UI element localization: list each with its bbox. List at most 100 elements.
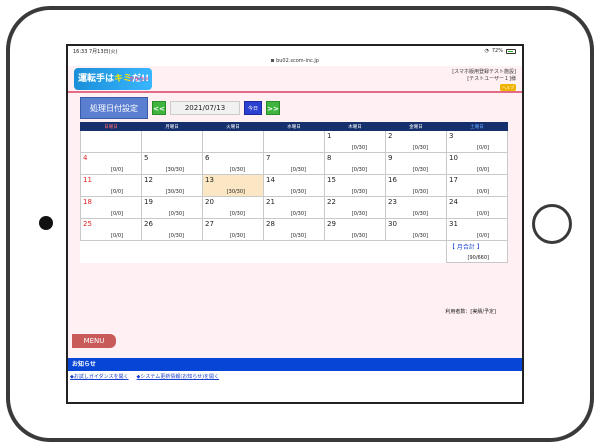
day-number: 26 — [144, 220, 153, 228]
logo-sub: クラウド — [128, 77, 149, 83]
guidance-link[interactable]: ◆お試しガイダンスを開く — [70, 373, 129, 380]
calendar-day-cell[interactable]: 17 [0/0] — [446, 174, 508, 197]
calendar-day-cell[interactable]: 8 [0/30] — [324, 152, 386, 175]
day-count: [0/0] — [477, 189, 489, 195]
day-number: 1 — [327, 132, 332, 140]
day-number: 25 — [83, 220, 92, 228]
day-number: 23 — [388, 198, 397, 206]
help-button[interactable]: ヘルプ — [500, 84, 516, 91]
update-info-link[interactable]: ◆システム更新情報(お知らせ)を開く — [137, 373, 220, 380]
calendar-day-cell[interactable]: 18 [0/0] — [80, 196, 142, 219]
weekday-tue: 火曜日 — [202, 122, 264, 131]
wifi-icon: ◔ — [484, 48, 489, 54]
calendar-day-cell[interactable]: 14 [0/30] — [263, 174, 325, 197]
calendar-day-cell[interactable]: 6 [0/30] — [202, 152, 264, 175]
day-count: [0/0] — [477, 167, 489, 173]
day-count: [0/30] — [351, 189, 367, 195]
legend-text: 利用者数：[実績/予定] — [445, 309, 496, 315]
summary-spacer — [203, 241, 264, 263]
calendar-day-cell[interactable]: 25 [0/0] — [80, 218, 142, 241]
calendar-day-cell[interactable]: 24 [0/0] — [446, 196, 508, 219]
date-setting-button[interactable]: 処理日付設定 — [80, 97, 148, 119]
summary-row: 【 月合計 】 [90/660] — [81, 240, 508, 263]
calendar-day-cell[interactable]: 21 [0/30] — [263, 196, 325, 219]
day-number: 8 — [327, 154, 332, 162]
day-count: [0/0] — [111, 233, 123, 239]
camera-icon — [39, 216, 53, 230]
calendar-empty-cell — [141, 130, 203, 153]
weekday-sat: 土曜日 — [446, 122, 508, 131]
calendar-day-cell[interactable]: 23 [0/30] — [385, 196, 447, 219]
calendar-day-cell[interactable]: 10 [0/0] — [446, 152, 508, 175]
day-count: [0/30] — [168, 233, 184, 239]
day-number: 18 — [83, 198, 92, 206]
day-count: [30/30] — [165, 189, 184, 195]
home-button[interactable] — [532, 204, 572, 244]
status-time: 16:33 7月13日(火) — [73, 49, 118, 55]
calendar-day-cell[interactable]: 12 [30/30] — [141, 174, 203, 197]
calendar-day-cell[interactable]: 30 [0/30] — [385, 218, 447, 241]
day-count: [0/30] — [412, 189, 428, 195]
day-number: 19 — [144, 198, 153, 206]
monthly-total-label: 【 月合計 】 — [449, 244, 483, 251]
calendar-day-cell[interactable]: 9 [0/30] — [385, 152, 447, 175]
calendar-day-cell[interactable]: 3 [0/0] — [446, 130, 508, 153]
calendar-week: 11 [0/0] 12 [30/30] 13 [30/30] 14 [0/30] 15 [0/30… — [80, 174, 508, 197]
day-count: [0/30] — [290, 211, 306, 217]
battery-level: 72% — [491, 48, 503, 54]
calendar-day-cell[interactable]: 11 [0/0] — [80, 174, 142, 197]
calendar-day-cell[interactable]: 19 [0/30] — [141, 196, 203, 219]
day-count: [0/30] — [229, 211, 245, 217]
calendar-day-cell[interactable]: 4 [0/0] — [80, 152, 142, 175]
calendar-empty-cell — [80, 130, 142, 153]
day-count: [0/0] — [111, 211, 123, 217]
calendar-day-cell[interactable]: 16 [0/30] — [385, 174, 447, 197]
day-count: [0/30] — [412, 167, 428, 173]
day-count: [0/30] — [290, 189, 306, 195]
app-logo[interactable]: 運転手はキミだ!! クラウド — [74, 68, 152, 90]
summary-spacer — [142, 241, 203, 263]
calendar-day-cell[interactable]: 5 [30/30] — [141, 152, 203, 175]
calendar-day-cell[interactable]: 26 [0/30] — [141, 218, 203, 241]
summary-spacer — [264, 241, 325, 263]
day-number: 24 — [449, 198, 458, 206]
day-count: [0/30] — [351, 145, 367, 151]
address-bar[interactable]: bu02.scom-inc.jp — [68, 56, 522, 66]
calendar-empty-cell — [202, 130, 264, 153]
calendar-day-cell[interactable]: 22 [0/30] — [324, 196, 386, 219]
calendar-day-cell[interactable]: 20 [0/30] — [202, 196, 264, 219]
day-number: 3 — [449, 132, 454, 140]
day-number: 27 — [205, 220, 214, 228]
day-count: [0/30] — [229, 233, 245, 239]
calendar-day-cell[interactable]: 1 [0/30] — [324, 130, 386, 153]
day-number: 9 — [388, 154, 393, 162]
day-number: 2 — [388, 132, 393, 140]
calendar-day-cell[interactable]: 27 [0/30] — [202, 218, 264, 241]
calendar-day-cell[interactable]: 29 [0/30] — [324, 218, 386, 241]
day-count: [0/30] — [290, 167, 306, 173]
calendar-day-cell[interactable]: 31 [0/0] — [446, 218, 508, 241]
menu-button[interactable]: MENU — [72, 334, 116, 348]
logo-main: 運転手は — [78, 74, 115, 84]
calendar-day-cell[interactable]: 2 [0/30] — [385, 130, 447, 153]
calendar-week: 25 [0/0] 26 [0/30] 27 [0/30] 28 [0/30] 29 [0/30] 3… — [80, 218, 508, 241]
day-number: 30 — [388, 220, 397, 228]
calendar-day-cell[interactable]: 7 [0/30] — [263, 152, 325, 175]
calendar-day-cell[interactable]: 13 [30/30] — [202, 174, 264, 197]
next-month-button[interactable]: >> — [266, 101, 280, 115]
calendar-day-cell[interactable]: 15 [0/30] — [324, 174, 386, 197]
calendar-week: 18 [0/0] 19 [0/30] 20 [0/30] 21 [0/30] 22 [0/30] 2… — [80, 196, 508, 219]
calendar-day-cell[interactable]: 28 [0/30] — [263, 218, 325, 241]
date-field[interactable]: 2021/07/13 — [170, 101, 240, 115]
prev-month-button[interactable]: << — [152, 101, 166, 115]
day-count: [30/30] — [165, 167, 184, 173]
day-count: [0/0] — [477, 145, 489, 151]
day-number: 4 — [83, 154, 88, 162]
day-count: [0/0] — [477, 211, 489, 217]
today-button[interactable]: 今日 — [244, 101, 262, 115]
battery-icon — [506, 48, 516, 54]
day-number: 31 — [449, 220, 458, 228]
weekday-mon: 月曜日 — [141, 122, 203, 131]
day-number: 22 — [327, 198, 336, 206]
monthly-total-cell: 【 月合計 】 [90/660] — [446, 240, 508, 263]
